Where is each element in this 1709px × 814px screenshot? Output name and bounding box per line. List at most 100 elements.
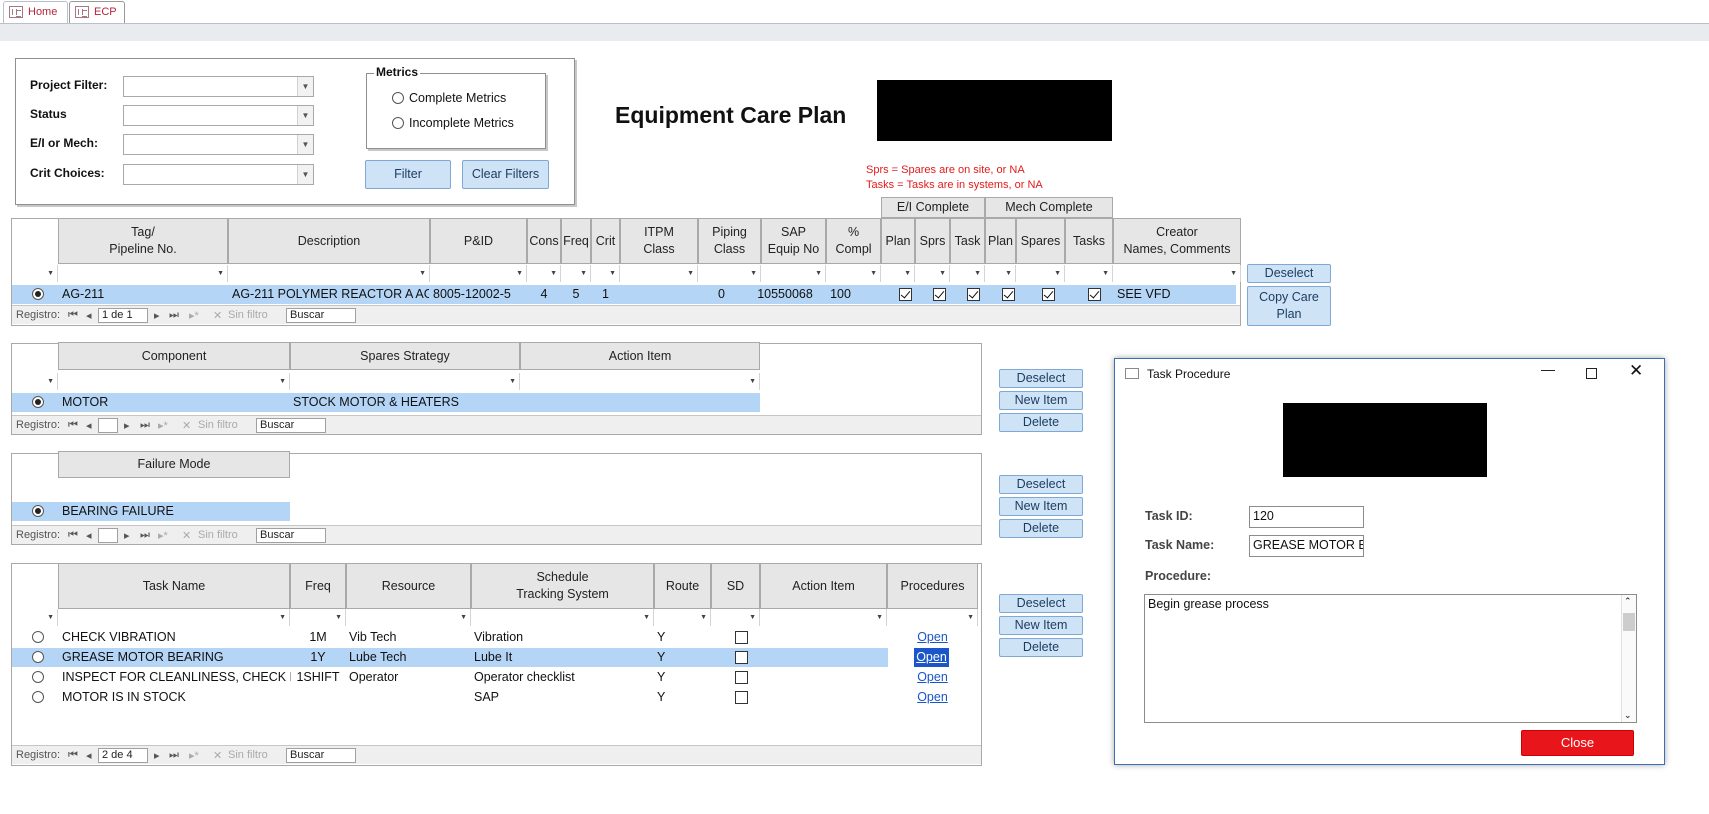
record-selector[interactable] [32, 671, 44, 683]
ei-plan-checkbox[interactable] [899, 288, 912, 301]
last-record-icon[interactable]: ⏭ [140, 529, 150, 542]
project-filter-combo[interactable]: ▼ [123, 76, 314, 97]
scroll-up-icon[interactable]: ⌃ [1624, 596, 1632, 607]
column-header[interactable]: Task [950, 218, 985, 264]
freq-cell[interactable]: 1M [290, 628, 346, 647]
tracking-system-cell[interactable]: Vibration [471, 628, 654, 647]
sd-checkbox[interactable] [735, 671, 748, 684]
freq-cell[interactable]: 1SHIFT [290, 668, 346, 687]
record-position[interactable]: 2 de 4 [98, 748, 148, 763]
column-filter-dropdown[interactable]: ▼ [1113, 265, 1241, 282]
task-name-field[interactable]: GREASE MOTOR B [1249, 535, 1364, 557]
component-cell[interactable]: MOTOR [59, 393, 289, 412]
column-filter-dropdown[interactable]: ▼ [881, 265, 915, 282]
close-button[interactable]: Close [1521, 730, 1634, 756]
column-header[interactable]: Component [58, 342, 290, 370]
filter-button[interactable]: Filter [365, 160, 451, 189]
ei-sprs-checkbox[interactable] [933, 288, 946, 301]
tracking-system-cell[interactable]: Lube It [471, 648, 654, 667]
open-procedure-link[interactable]: Open [914, 648, 949, 667]
next-record-icon[interactable]: ▸ [154, 749, 160, 762]
column-filter-dropdown[interactable]: ▼ [826, 265, 881, 282]
task-delete-button[interactable]: Delete [999, 638, 1083, 657]
record-selector[interactable] [32, 631, 44, 643]
action-item-cell[interactable] [520, 393, 760, 412]
incomplete-metrics-radio[interactable] [392, 117, 404, 129]
task-name-cell[interactable]: CHECK VIBRATION [59, 628, 291, 647]
open-procedure-link[interactable]: Open [887, 668, 978, 687]
action-item-cell[interactable] [760, 668, 887, 687]
column-filter-dropdown[interactable]: ▼ [346, 609, 471, 626]
last-record-icon[interactable]: ⏭ [140, 419, 150, 432]
route-cell[interactable]: Y [654, 688, 711, 707]
column-header[interactable]: Sprs [915, 218, 950, 264]
record-position[interactable] [98, 528, 118, 543]
action-item-cell[interactable] [760, 688, 887, 707]
column-filter-dropdown[interactable]: ▼ [591, 265, 620, 282]
route-cell[interactable]: Y [654, 628, 711, 647]
resource-cell[interactable]: Operator [346, 668, 471, 687]
component-deselect-button[interactable]: Deselect [999, 369, 1083, 388]
freq-cell[interactable]: 5 [561, 285, 591, 304]
description-cell[interactable]: AG-211 POLYMER REACTOR A AG [229, 285, 429, 304]
column-header[interactable]: Description [228, 218, 430, 264]
equipment-deselect-button[interactable]: Deselect [1247, 264, 1331, 283]
last-record-icon[interactable]: ⏭ [169, 749, 179, 762]
column-header[interactable]: Freq [561, 218, 591, 264]
compl-cell[interactable]: 100 [817, 285, 864, 304]
search-box[interactable]: Buscar [286, 748, 356, 763]
record-selector[interactable] [32, 396, 44, 408]
task-new-item-button[interactable]: New Item [999, 616, 1083, 635]
first-record-icon[interactable]: ⏮ [68, 309, 78, 322]
column-header[interactable]: Tag/ Pipeline No. [58, 218, 228, 264]
record-selector[interactable] [32, 288, 44, 300]
column-filter-dropdown[interactable]: ▼ [654, 609, 711, 626]
record-position[interactable] [98, 418, 118, 433]
record-selector[interactable] [32, 691, 44, 703]
mech-spares-checkbox[interactable] [1042, 288, 1055, 301]
maximize-icon[interactable] [1586, 368, 1597, 379]
column-filter-dropdown[interactable]: ▼ [290, 609, 346, 626]
column-header[interactable]: P&ID [430, 218, 527, 264]
mech-tasks-checkbox[interactable] [1088, 288, 1101, 301]
column-filter-dropdown[interactable]: ▼ [915, 265, 950, 282]
column-filter-dropdown[interactable]: ▼ [58, 373, 290, 390]
creator-cell[interactable]: SEE VFD [1114, 285, 1234, 304]
chevron-down-icon[interactable]: ▼ [297, 106, 313, 125]
column-header[interactable]: Resource [346, 563, 471, 609]
first-record-icon[interactable]: ⏮ [68, 749, 78, 762]
next-record-icon[interactable]: ▸ [124, 529, 130, 542]
column-header[interactable]: Creator Names, Comments [1113, 218, 1241, 264]
piping-cell[interactable]: 0 [690, 285, 753, 304]
failure-mode-cell[interactable]: BEARING FAILURE [59, 502, 289, 521]
column-filter-dropdown[interactable]: ▼ [430, 265, 527, 282]
task-name-cell[interactable]: INSPECT FOR CLEANLINESS, CHECK FO [59, 668, 291, 687]
column-header[interactable]: Spares Strategy [290, 342, 520, 370]
failure-mode-row[interactable]: BEARING FAILURE [12, 502, 290, 521]
prev-record-icon[interactable]: ◂ [86, 749, 92, 762]
itpm-cell[interactable] [620, 285, 690, 304]
column-filter-dropdown[interactable]: ▼ [12, 265, 58, 282]
column-filter-dropdown[interactable]: ▼ [711, 609, 760, 626]
equipment-row[interactable]: AG-211 AG-211 POLYMER REACTOR A AG 8005-… [12, 285, 1236, 304]
tab-ecp[interactable]: ECP [69, 1, 125, 24]
column-filter-dropdown[interactable]: ▼ [520, 373, 760, 390]
first-record-icon[interactable]: ⏮ [68, 529, 78, 542]
column-header[interactable]: Piping Class [698, 218, 761, 264]
column-header[interactable]: Action Item [520, 342, 760, 370]
copy-care-plan-button[interactable]: Copy Care Plan [1247, 286, 1331, 326]
component-new-item-button[interactable]: New Item [999, 391, 1083, 410]
column-header[interactable]: % Compl [826, 218, 881, 264]
complete-metrics-radio[interactable] [392, 92, 404, 104]
column-filter-dropdown[interactable]: ▼ [1016, 265, 1065, 282]
record-selector[interactable] [32, 651, 44, 663]
table-row[interactable]: CHECK VIBRATION 1M Vib Tech Vibration Y Open [12, 628, 948, 647]
crit-cell[interactable]: 1 [591, 285, 620, 304]
freq-cell[interactable]: 1Y [290, 648, 346, 667]
prev-record-icon[interactable]: ◂ [86, 309, 92, 322]
chevron-down-icon[interactable]: ▼ [297, 77, 313, 96]
column-header[interactable]: ITPM Class [620, 218, 698, 264]
open-procedure-link[interactable]: Open [887, 628, 978, 647]
ei-task-checkbox[interactable] [967, 288, 980, 301]
column-filter-dropdown[interactable]: ▼ [950, 265, 985, 282]
